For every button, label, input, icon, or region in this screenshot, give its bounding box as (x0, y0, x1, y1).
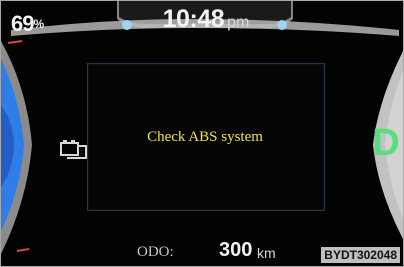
clock: 10:48 pm (146, 7, 266, 35)
dashboard-screen: 69% 10:48 pm Check ABS system D ODO: 300 … (0, 0, 404, 267)
odometer-unit: km (257, 245, 276, 261)
odometer-value: 300 (219, 239, 253, 261)
battery-percent: 69 (11, 11, 35, 36)
battery-percent-unit: % (33, 17, 45, 31)
clock-ampm: pm (227, 14, 250, 31)
gear-indicator: D (372, 122, 400, 164)
abs-warning-message: Check ABS system (147, 129, 263, 145)
figure-code: BYDT302048 (321, 247, 400, 263)
left-speed-gauge (1, 40, 32, 266)
clock-time: 10:48 (162, 5, 225, 33)
battery-warning-icon (60, 140, 87, 159)
odometer-label: ODO: (137, 244, 174, 260)
battery-status: 69% (11, 13, 44, 38)
